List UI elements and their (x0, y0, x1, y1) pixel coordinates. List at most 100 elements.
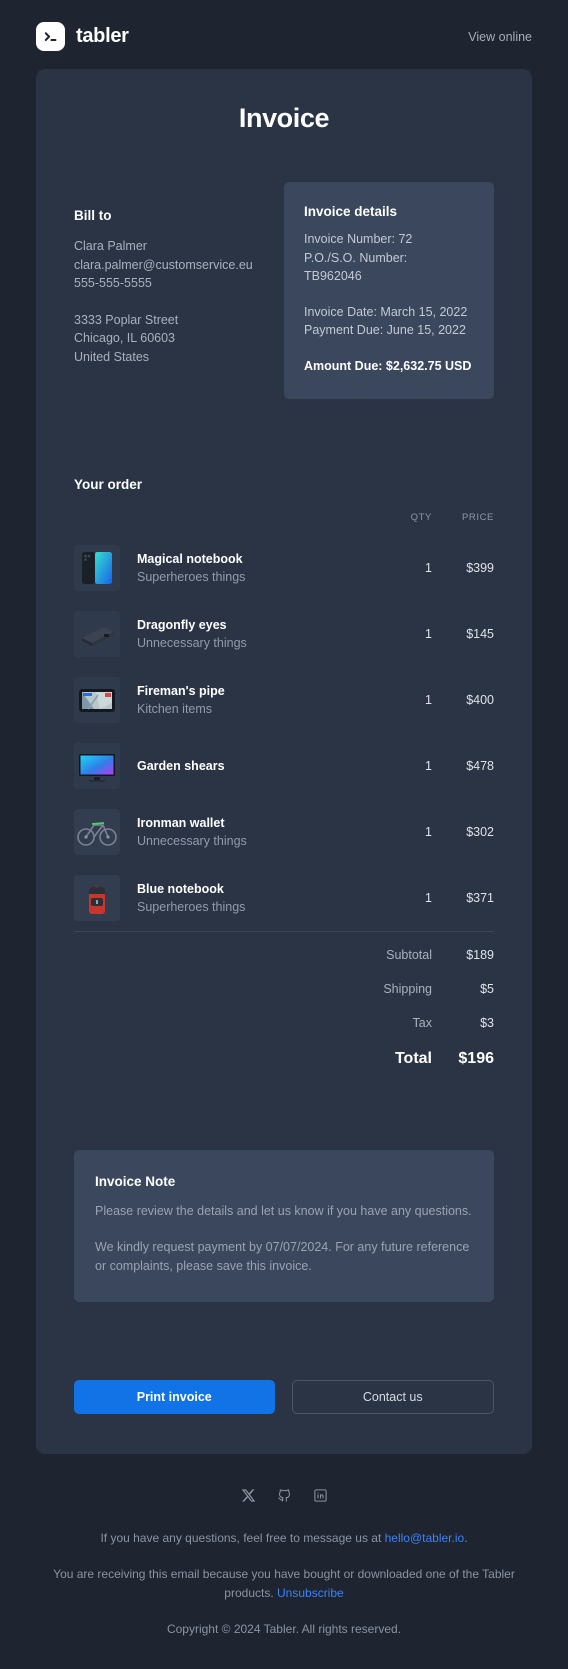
order-item-qty: 1 (378, 865, 432, 932)
print-invoice-button[interactable]: Print invoice (74, 1380, 275, 1414)
subtotal-value: $189 (432, 932, 494, 973)
totals-row-subtotal: Subtotal$189 (74, 932, 494, 973)
order-section: Your order QTY PRICE Magical notebookSup… (74, 477, 494, 1078)
tax-label: Tax (378, 1006, 432, 1040)
order-item-qty: 1 (378, 799, 432, 865)
order-item-text: Ironman walletUnnecessary things (137, 815, 247, 850)
bill-to-block: Bill to Clara Palmer clara.palmer@custom… (74, 182, 284, 366)
contact-email-link[interactable]: hello@tabler.io (385, 1531, 465, 1545)
table-row: Ironman walletUnnecessary things1$302 (74, 799, 494, 865)
spacer (304, 286, 474, 303)
order-item-name: Magical notebook (137, 551, 245, 568)
unsubscribe-link[interactable]: Unsubscribe (277, 1586, 344, 1600)
order-item-qty: 1 (378, 733, 432, 799)
brand-name: tabler (76, 25, 129, 48)
spacer (74, 293, 270, 311)
amount-due: Amount Due: $2,632.75 USD (304, 357, 474, 376)
gps-navigator-photo (74, 677, 120, 723)
view-online-link[interactable]: View online (468, 30, 532, 44)
email-footer: If you have any questions, feel free to … (0, 1454, 568, 1669)
github-icon[interactable] (277, 1488, 292, 1503)
column-header-qty: QTY (378, 512, 432, 535)
order-table-header-row: QTY PRICE (74, 512, 494, 535)
order-item-category: Unnecessary things (137, 832, 247, 850)
order-item-text: Blue notebookSuperheroes things (137, 881, 245, 916)
total-value: $196 (432, 1040, 494, 1078)
contact-us-button[interactable]: Contact us (292, 1380, 495, 1414)
bill-to-email: clara.palmer@customservice.eu (74, 256, 270, 275)
footer-unsubscribe-text: You are receiving this email because you… (28, 1565, 540, 1603)
order-item-price: $478 (432, 733, 494, 799)
bill-to-heading: Bill to (74, 208, 270, 223)
order-item-text: Fireman's pipeKitchen items (137, 683, 225, 718)
order-item-text: Magical notebookSuperheroes things (137, 551, 245, 586)
brand-logo[interactable]: tabler (36, 22, 129, 51)
x-twitter-icon[interactable] (241, 1488, 256, 1503)
page-title: Invoice (74, 103, 494, 134)
order-heading: Your order (74, 477, 494, 492)
terminal-prompt-icon (36, 22, 65, 51)
column-header-price: PRICE (432, 512, 494, 535)
email-body: tabler View online Invoice Bill to Clara… (0, 0, 568, 1669)
bill-to-address-line1: 3333 Poplar Street (74, 311, 270, 330)
order-item-category: Kitchen items (137, 700, 225, 718)
invoice-info-row: Bill to Clara Palmer clara.palmer@custom… (74, 182, 494, 399)
footer-copyright: Copyright © 2024 Tabler. All rights rese… (28, 1620, 540, 1639)
totals-row-shipping: Shipping$5 (74, 972, 494, 1006)
order-table-head: QTY PRICE (74, 512, 494, 535)
payment-due: Payment Due: June 15, 2022 (304, 321, 474, 340)
television-photo (74, 743, 120, 789)
spacer (74, 972, 378, 1006)
spacer (74, 1006, 378, 1040)
table-row: Dragonfly eyesUnnecessary things 1$145 (74, 601, 494, 667)
order-item-price: $400 (432, 667, 494, 733)
invoice-number: Invoice Number: 72 (304, 230, 474, 249)
spacer (74, 932, 378, 973)
order-item-cell: Fireman's pipeKitchen items (74, 667, 378, 733)
order-item-category: Superheroes things (137, 898, 245, 916)
bill-to-name: Clara Palmer (74, 237, 270, 256)
order-item-name: Dragonfly eyes (137, 617, 247, 634)
order-item-name: Ironman wallet (137, 815, 247, 832)
social-links (28, 1488, 540, 1503)
order-item-cell: Magical notebookSuperheroes things (74, 535, 378, 601)
order-item-text: Garden shears (137, 758, 225, 775)
email-header: tabler View online (0, 0, 568, 69)
footer-questions-suffix: . (464, 1531, 467, 1545)
spacer (304, 340, 474, 357)
shipping-label: Shipping (378, 972, 432, 1006)
totals-row-tax: Tax$3 (74, 1006, 494, 1040)
linkedin-icon[interactable] (313, 1488, 328, 1503)
invoice-date: Invoice Date: March 15, 2022 (304, 303, 474, 322)
backpack-photo (74, 875, 120, 921)
order-table-body: Magical notebookSuperheroes things1$399D… (74, 535, 494, 1078)
order-item-cell: Garden shears (74, 733, 378, 799)
order-item-price: $399 (432, 535, 494, 601)
order-item-name: Garden shears (137, 758, 225, 775)
order-table: QTY PRICE Magical notebookSuperheroes th… (74, 512, 494, 1078)
bill-to-address-line2: Chicago, IL 60603 (74, 329, 270, 348)
invoice-card: Invoice Bill to Clara Palmer clara.palme… (36, 69, 532, 1454)
order-item-qty: 1 (378, 601, 432, 667)
order-item-price: $145 (432, 601, 494, 667)
invoice-note-panel: Invoice Note Please review the details a… (74, 1150, 494, 1302)
smartphone-photo (74, 545, 120, 591)
totals-row-total: Total$196 (74, 1040, 494, 1078)
column-header-item (74, 512, 378, 535)
po-so-number-label: P.O./S.O. Number: (304, 249, 474, 268)
invoice-note-paragraph-1: Please review the details and let us kno… (95, 1202, 473, 1221)
invoice-details-panel: Invoice details Invoice Number: 72 P.O./… (284, 182, 494, 399)
order-item-text: Dragonfly eyesUnnecessary things (137, 617, 247, 652)
order-item-category: Superheroes things (137, 568, 245, 586)
table-row: Garden shears 1$478 (74, 733, 494, 799)
order-item-qty: 1 (378, 667, 432, 733)
total-label: Total (378, 1040, 432, 1078)
order-item-cell: Blue notebookSuperheroes things (74, 865, 378, 931)
order-item-cell: Dragonfly eyesUnnecessary things (74, 601, 378, 667)
order-item-qty: 1 (378, 535, 432, 601)
order-item-cell: Ironman walletUnnecessary things (74, 799, 378, 865)
order-item-price: $371 (432, 865, 494, 932)
spacer (74, 1040, 378, 1078)
order-item-category: Unnecessary things (137, 634, 247, 652)
shipping-value: $5 (432, 972, 494, 1006)
